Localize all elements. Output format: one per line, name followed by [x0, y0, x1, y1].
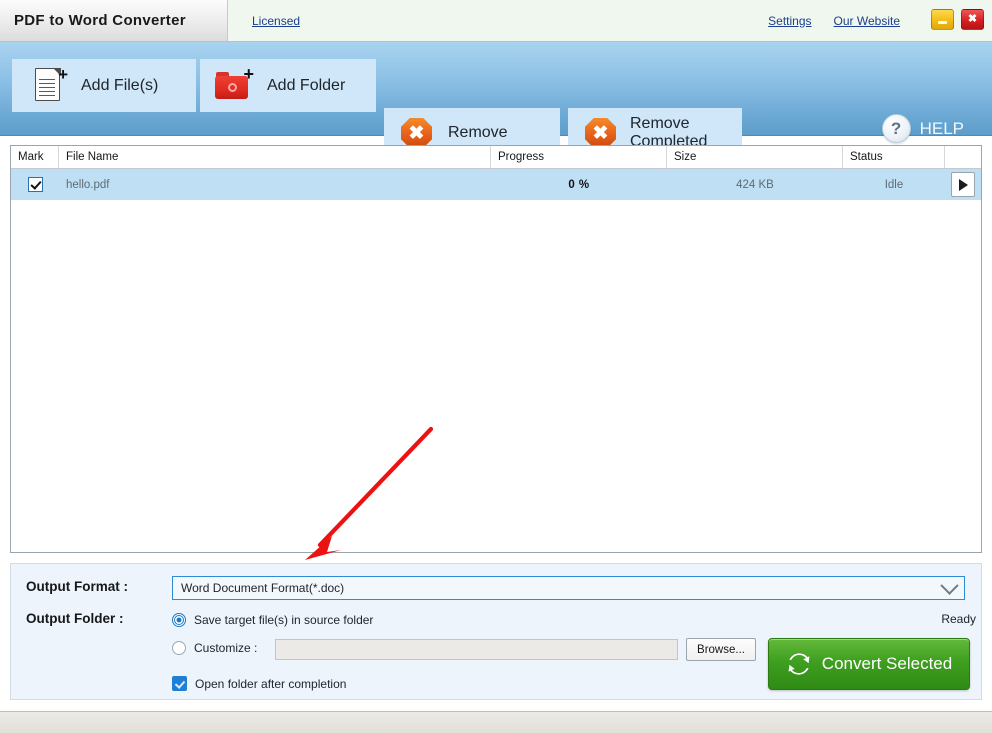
radio-source-indicator [172, 613, 186, 627]
add-folder-label: Add Folder [267, 76, 346, 94]
file-list: Mark File Name Progress Size Status hell… [10, 145, 982, 553]
help-button[interactable]: ? HELP [881, 114, 964, 143]
column-header-mark[interactable]: Mark [11, 146, 59, 168]
table-row[interactable]: hello.pdf 0 % 424 KB Idle [11, 169, 981, 200]
application-window: PDF to Word Converter Licensed Settings … [0, 0, 992, 733]
window-controls: ✖ [931, 9, 984, 30]
minimize-button[interactable] [931, 9, 954, 30]
page-plus-icon: + [35, 66, 68, 104]
app-title-tab: PDF to Word Converter [0, 0, 228, 41]
open-folder-label: Open folder after completion [195, 676, 347, 691]
main-toolbar: + Add File(s) + Add Folder ✖ Remove ✖ Re… [0, 42, 992, 158]
license-link[interactable]: Licensed [252, 14, 300, 28]
open-folder-checkbox[interactable] [172, 676, 187, 691]
status-bar [0, 711, 992, 733]
chevron-down-icon [940, 575, 959, 595]
radio-save-in-source-folder[interactable]: Save target file(s) in source folder [172, 613, 373, 627]
add-folder-button[interactable]: + Add Folder [200, 59, 376, 112]
row-action-cell [945, 169, 981, 200]
status-text: Ready [941, 612, 976, 626]
remove-octagon-icon: ✖ [401, 117, 432, 149]
column-header-action [945, 146, 981, 168]
close-button[interactable]: ✖ [961, 9, 984, 30]
column-header-progress[interactable]: Progress [491, 146, 667, 168]
page-title: PDF to Word Converter [14, 12, 186, 29]
open-folder-after-completion-row[interactable]: Open folder after completion [172, 676, 346, 691]
convert-selected-label: Convert Selected [821, 654, 953, 673]
our-website-link[interactable]: Our Website [834, 14, 900, 28]
convert-selected-button[interactable]: Convert Selected [768, 638, 970, 690]
row-mark-cell [11, 169, 59, 200]
minimize-icon [938, 20, 947, 24]
column-header-status[interactable]: Status [843, 146, 945, 168]
browse-button[interactable]: Browse... [686, 638, 756, 661]
remove-octagon-icon: ✖ [585, 117, 616, 149]
radio-customize-label: Customize : [194, 641, 258, 655]
row-status: Idle [884, 178, 904, 191]
output-format-select[interactable]: Word Document Format(*.doc) [172, 575, 965, 600]
add-files-button[interactable]: + Add File(s) [12, 59, 196, 112]
row-mark-checkbox[interactable] [27, 177, 43, 192]
custom-path-input[interactable] [275, 639, 678, 660]
title-bar: PDF to Word Converter Licensed Settings … [0, 0, 992, 42]
refresh-circular-icon [786, 651, 812, 677]
add-files-label: Add File(s) [81, 76, 159, 94]
radio-customize[interactable]: Customize : [172, 641, 257, 655]
radio-customize-indicator [172, 641, 186, 655]
play-icon[interactable] [951, 172, 975, 197]
row-progress: 0 % [568, 178, 590, 191]
row-filename: hello.pdf [66, 178, 110, 191]
output-folder-label: Output Folder : [26, 611, 124, 626]
output-format-label: Output Format : [26, 579, 128, 594]
browse-label: Browse... [697, 643, 745, 656]
settings-link[interactable]: Settings [768, 14, 811, 28]
title-bar-middle: Licensed [228, 0, 768, 41]
file-list-header: Mark File Name Progress Size Status [11, 146, 981, 169]
remove-label: Remove [448, 124, 508, 142]
help-label: HELP [919, 118, 964, 138]
row-size: 424 KB [736, 178, 774, 191]
folder-plus-icon: + [215, 65, 255, 104]
column-header-filename[interactable]: File Name [59, 146, 491, 168]
close-icon: ✖ [967, 13, 978, 25]
radio-source-label: Save target file(s) in source folder [194, 613, 374, 627]
column-header-size[interactable]: Size [667, 146, 843, 168]
output-format-value: Word Document Format(*.doc) [181, 581, 345, 595]
question-circle-icon: ? [881, 114, 911, 143]
